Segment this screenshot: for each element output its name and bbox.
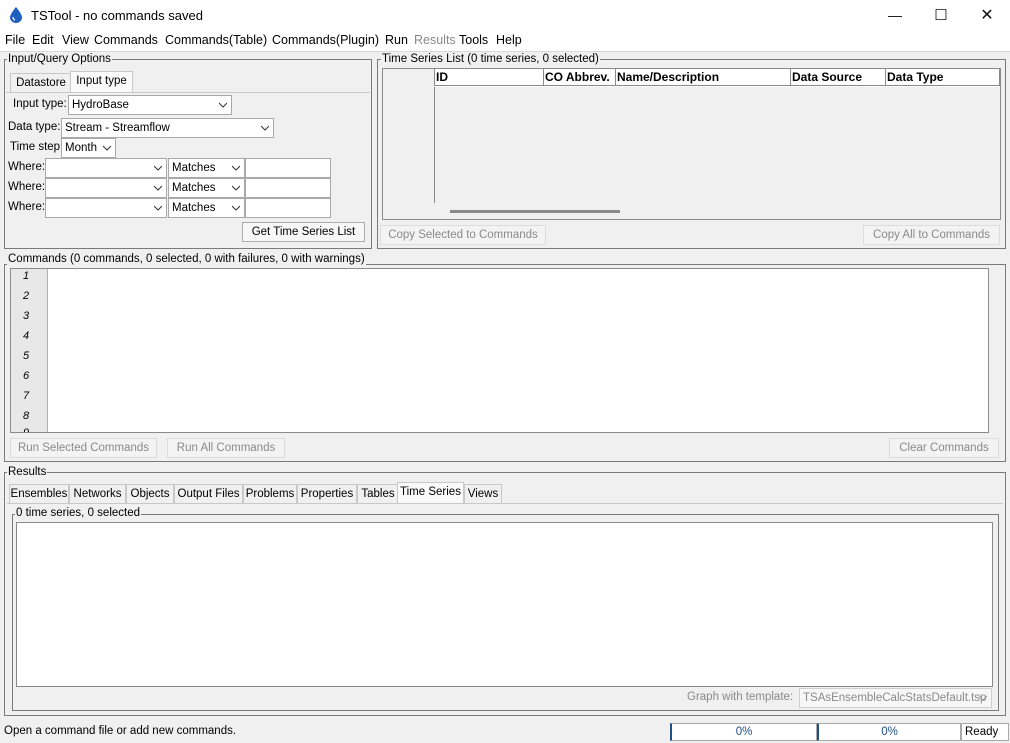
menu-divider xyxy=(0,51,1010,52)
where-operator-select[interactable]: Matches xyxy=(168,158,245,178)
input-type-select[interactable]: HydroBase xyxy=(68,95,232,115)
column-header-data-type[interactable]: Data Type xyxy=(886,69,1000,86)
column-header-name-description[interactable]: Name/Description xyxy=(616,69,791,86)
graph-template-select[interactable]: TSAsEnsembleCalcStatsDefault.tsp xyxy=(799,688,992,708)
menu-commands-plugin[interactable]: Commands(Plugin) xyxy=(272,33,379,47)
where-value-input[interactable] xyxy=(245,178,331,198)
where-operator-value: Matches xyxy=(172,202,216,214)
chevron-down-icon xyxy=(154,205,162,211)
results-time-series-list[interactable] xyxy=(16,522,993,687)
chevron-down-icon xyxy=(261,125,269,131)
chevron-down-icon xyxy=(232,205,240,211)
get-time-series-list-button[interactable]: Get Time Series List xyxy=(242,222,365,242)
line-number: 1 xyxy=(22,270,30,282)
chevron-down-icon xyxy=(103,145,111,151)
time-step-select[interactable]: Month xyxy=(61,138,116,158)
menu-bar: File Edit View Commands Commands(Table) … xyxy=(0,30,1010,51)
ts-table-body[interactable] xyxy=(434,87,1000,203)
results-title: Results xyxy=(7,466,48,478)
time-step-value: Month xyxy=(65,142,97,154)
where-label: Where: xyxy=(8,181,46,193)
line-number: 7 xyxy=(22,390,30,402)
line-number: 3 xyxy=(22,310,30,322)
run-all-commands-button[interactable]: Run All Commands xyxy=(167,438,285,458)
column-header-data-source[interactable]: Data Source xyxy=(791,69,886,86)
menu-commands[interactable]: Commands xyxy=(94,33,158,47)
where-operator-select[interactable]: Matches xyxy=(168,178,245,198)
chevron-down-icon xyxy=(232,185,240,191)
line-number: 9 xyxy=(22,427,30,433)
chevron-down-icon xyxy=(979,695,987,701)
column-header-co-abbrev[interactable]: CO Abbrev. xyxy=(544,69,616,86)
menu-view[interactable]: View xyxy=(62,33,89,47)
clear-commands-button[interactable]: Clear Commands xyxy=(889,438,999,458)
line-number: 4 xyxy=(22,330,30,342)
ts-table-header: ID CO Abbrev. Name/Description Data Sour… xyxy=(434,69,1000,87)
progress-bar-1: 0% xyxy=(670,723,817,741)
where-field-select[interactable] xyxy=(45,158,167,178)
horizontal-scrollbar[interactable] xyxy=(450,210,620,213)
maximize-icon: ☐ xyxy=(934,7,948,24)
title-bar: TSTool - no commands saved — ☐ ✕ xyxy=(0,0,1010,30)
line-number: 5 xyxy=(22,350,30,362)
data-type-select[interactable]: Stream - Streamflow xyxy=(61,118,274,138)
where-field-select[interactable] xyxy=(45,198,167,218)
ts-list-table[interactable]: ID CO Abbrev. Name/Description Data Sour… xyxy=(382,68,1001,220)
ts-list-title: Time Series List (0 time series, 0 selec… xyxy=(381,53,600,65)
menu-commands-table[interactable]: Commands(Table) xyxy=(165,33,267,47)
minimize-button[interactable]: — xyxy=(872,0,918,30)
where-operator-select[interactable]: Matches xyxy=(168,198,245,218)
data-type-label: Data type: xyxy=(8,121,61,133)
where-value-input[interactable] xyxy=(245,158,331,178)
copy-all-to-commands-button[interactable]: Copy All to Commands xyxy=(863,225,1000,245)
menu-tools[interactable]: Tools xyxy=(459,33,488,47)
close-icon: ✕ xyxy=(980,7,994,24)
chevron-down-icon xyxy=(232,165,240,171)
commands-title: Commands (0 commands, 0 selected, 0 with… xyxy=(7,253,366,265)
line-number: 2 xyxy=(22,290,30,302)
graph-template-label: Graph with template: xyxy=(687,691,794,703)
time-series-subgroup-title: 0 time series, 0 selected xyxy=(15,507,142,519)
data-type-value: Stream - Streamflow xyxy=(65,122,170,134)
menu-results[interactable]: Results xyxy=(414,33,456,47)
where-label: Where: xyxy=(8,201,46,213)
input-type-value: HydroBase xyxy=(72,99,129,111)
input-query-title: Input/Query Options xyxy=(7,53,112,65)
run-selected-commands-button[interactable]: Run Selected Commands xyxy=(10,438,157,458)
where-value-input[interactable] xyxy=(245,198,331,218)
where-operator-value: Matches xyxy=(172,182,216,194)
column-header-id[interactable]: ID xyxy=(434,69,544,86)
minimize-icon: — xyxy=(888,7,902,23)
chevron-down-icon xyxy=(219,102,227,108)
status-message: Open a command file or add new commands. xyxy=(0,723,670,741)
menu-run[interactable]: Run xyxy=(385,33,408,47)
line-number: 8 xyxy=(22,410,30,422)
commands-list[interactable]: 1 2 3 4 5 6 7 8 9 xyxy=(10,268,989,433)
close-button[interactable]: ✕ xyxy=(964,0,1010,30)
chevron-down-icon xyxy=(154,165,162,171)
input-type-label: Input type: xyxy=(13,98,67,110)
copy-selected-to-commands-button[interactable]: Copy Selected to Commands xyxy=(380,225,546,245)
where-field-select[interactable] xyxy=(45,178,167,198)
where-label: Where: xyxy=(8,161,46,173)
graph-template-value: TSAsEnsembleCalcStatsDefault.tsp xyxy=(803,692,987,704)
line-number: 6 xyxy=(22,370,30,382)
chevron-down-icon xyxy=(154,185,162,191)
window-title: TSTool - no commands saved xyxy=(31,8,203,23)
water-drop-icon xyxy=(10,7,22,23)
where-operator-value: Matches xyxy=(172,162,216,174)
menu-edit[interactable]: Edit xyxy=(32,33,54,47)
line-number-gutter: 1 2 3 4 5 6 7 8 9 xyxy=(11,269,48,433)
time-step-label: Time step: xyxy=(10,141,64,153)
menu-file[interactable]: File xyxy=(5,33,25,47)
status-state: Ready xyxy=(961,723,1009,741)
progress-bar-2: 0% xyxy=(817,723,961,741)
maximize-button[interactable]: ☐ xyxy=(918,0,964,30)
menu-help[interactable]: Help xyxy=(496,33,522,47)
